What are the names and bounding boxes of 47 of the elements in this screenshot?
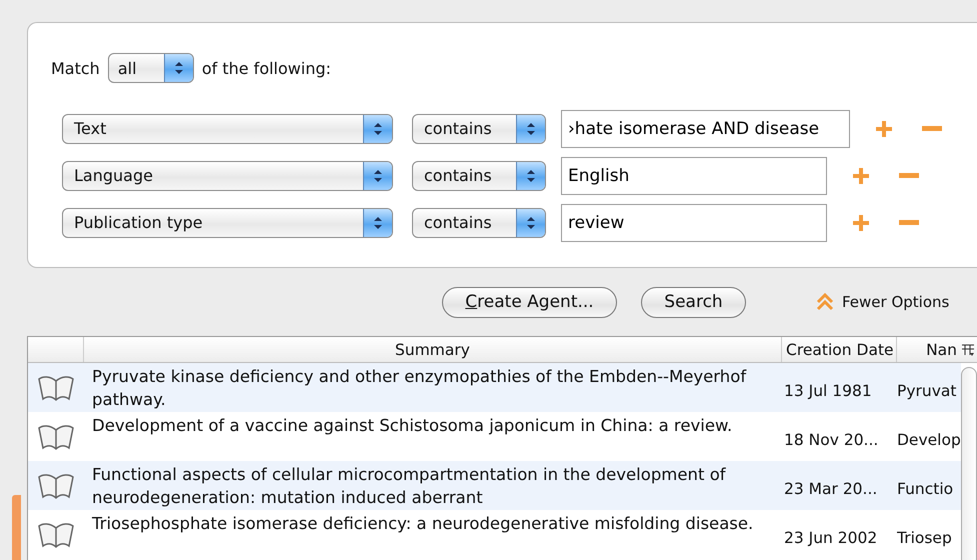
search-button[interactable]: Search [641,286,746,318]
criterion-input[interactable]: review [561,204,827,242]
operator-popup[interactable]: contains [412,208,546,238]
field-popup[interactable]: Publication type [62,208,393,238]
column-header[interactable]: Summary [84,337,782,362]
column-header[interactable]: Nan [897,337,961,362]
date-cell-text: 23 Jun 2002 [783,528,878,548]
name-cell-text: Develop [897,430,961,450]
match-popup[interactable]: all [108,53,194,83]
summary-cell-text: Functional aspects of cellular microcompartmentation in the development of neurodegeneration: mutation induced aberrant [91,464,727,509]
vertical-scrollbar[interactable] [961,367,977,560]
criterion-input[interactable]: English [561,156,827,194]
summary-cell-text: Triosephosphate isomerase deficiency: a neurodegenerative misfolding disease. [91,513,754,535]
date-cell-text: 18 Nov 20... [783,430,880,450]
add-icon[interactable] [851,166,871,186]
name-cell-text: Functio [897,478,954,500]
add-icon[interactable] [851,212,871,232]
operator-popup[interactable]: contains [412,114,546,144]
name-cell-text: Pyruvat [897,380,958,402]
stepper-arrows-icon [164,54,193,82]
column-header[interactable]: Creation Date [782,337,897,362]
stepper-arrows-icon [516,208,545,236]
following-label: of the following: [202,58,331,78]
create-agent-button[interactable]: Create Agent... [442,286,617,318]
double-chevron-up-icon[interactable] [816,293,834,311]
operator-popup[interactable]: contains [412,160,546,190]
field-popup[interactable]: Language [62,160,393,190]
stepper-arrows-icon [363,114,392,142]
summary-cell-text: Development of a vaccine against Schistosoma japonicum in China: a review. [91,415,734,437]
date-cell-text: 13 Jul 1981 [783,380,873,402]
criterion-input[interactable]: ›hate isomerase AND disease [561,110,850,148]
fewer-options-link[interactable]: Fewer Options [842,293,950,311]
date-cell-text: 23 Mar 20... [783,478,878,500]
column-chooser-icon[interactable] [961,342,975,356]
stepper-arrows-icon [516,114,545,142]
summary-cell-text: Pyruvate kinase deficiency and other enzymopathies of the Embden--Meyerhof pathway. [91,366,748,411]
add-icon[interactable] [874,118,894,138]
side-drawer-handle[interactable] [12,495,21,560]
stepper-arrows-icon [363,162,392,190]
field-popup[interactable]: Text [62,114,393,144]
stepper-arrows-icon [363,208,392,236]
remove-icon[interactable] [899,172,919,178]
remove-icon[interactable] [899,220,919,226]
stepper-arrows-icon [516,162,545,190]
remove-icon[interactable] [922,126,942,132]
match-label: Match [51,58,100,78]
name-cell-text: Triosep [897,528,953,548]
